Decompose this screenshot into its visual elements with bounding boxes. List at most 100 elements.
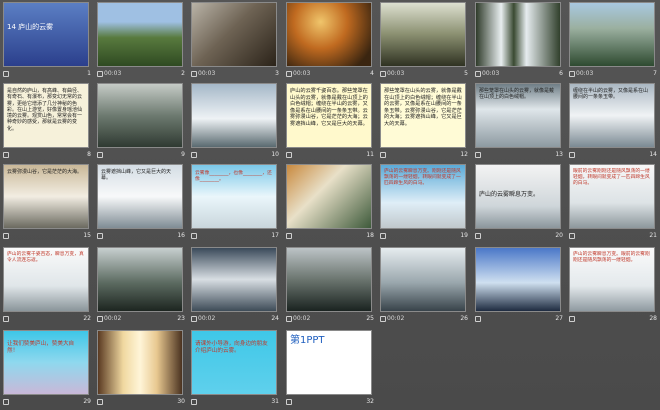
slide-thumbnail-31[interactable]: 请课外小导游，向身边的朋友介绍庐山的云雾。 [191,330,277,395]
slide-transition-meta [191,151,198,158]
transition-icon[interactable] [3,70,9,77]
slide-thumbnail-6[interactable] [475,2,561,67]
transition-icon[interactable] [569,151,575,158]
slide-thumbnail-24[interactable] [191,247,277,312]
transition-icon[interactable] [286,151,292,158]
transition-icon[interactable] [3,151,9,158]
transition-icon[interactable] [569,315,575,322]
slide-thumbnail-19[interactable]: 庐山的云雾瞬息万变。刚刚还是随风飘荡的一缕轻烟，转眼间就变成了一匹四蹄生风的白马… [380,164,466,229]
slide-timer: 00:03 [387,70,405,77]
slide-thumbnail-8[interactable]: 是自然的庐山，有高峰、有曲径、有奇石、有瀑布，那变幻无常的云雾，更给它增添了几分… [3,83,89,148]
slide-transition-meta: 00:02 [380,315,404,322]
transition-icon[interactable] [3,398,9,405]
transition-icon[interactable] [97,315,103,322]
slide-timer: 00:03 [198,70,216,77]
slide-thumbnail-4[interactable] [286,2,372,67]
slide-thumbnail-13[interactable]: 那些笼罩在山头的云雾，就像是戴在山顶上的白色绒帽。 [475,83,561,148]
slide-thumbnail-14[interactable]: 缠绕在半山的云雾，又像是系在山腰间的一条条玉带。 [569,83,655,148]
slide-timer: 00:03 [576,70,594,77]
transition-icon[interactable] [380,151,386,158]
slide-thumbnail-28[interactable]: 庐山的云雾瞬息万变。眼前的云雾刚刚还是随风飘荡的一缕轻烟。 [569,247,655,312]
slide-thumbnail-27[interactable] [475,247,561,312]
slide-number: 1 [87,70,91,77]
slide-text: 请课外小导游，向身边的朋友介绍庐山的云雾。 [195,341,268,354]
slide-number: 30 [177,398,185,405]
slide-thumbnail-26[interactable] [380,247,466,312]
slide-transition-meta [569,315,576,322]
slide-transition-meta: 00:02 [286,315,310,322]
slide-transition-meta: 00:03 [191,70,215,77]
transition-icon[interactable] [380,232,386,239]
slide-thumbnail-2[interactable] [97,2,183,67]
transition-icon[interactable] [97,232,103,239]
slide-thumbnail-11[interactable]: 庐山的云雾千姿百态。那些笼罩在山头的云雾，就像是戴在山顶上的白色绒帽；缠绕在半山… [286,83,372,148]
slide-number: 14 [649,151,657,158]
slide-thumbnail-32[interactable]: 第1PPT [286,330,372,395]
transition-icon[interactable] [286,70,292,77]
transition-icon[interactable] [97,398,103,405]
slide-number: 16 [177,232,185,239]
slide-timer: 00:02 [104,315,122,322]
slide-thumbnail-25[interactable] [286,247,372,312]
transition-icon[interactable] [191,151,197,158]
transition-icon[interactable] [191,70,197,77]
transition-icon[interactable] [97,70,103,77]
transition-icon[interactable] [380,70,386,77]
slide-number: 22 [83,315,91,322]
slide-thumbnail-12[interactable]: 那些笼罩在山头的云雾，就像是戴在山顶上的白色绒帽；缠绕在半山的云雾，又像是系在山… [380,83,466,148]
transition-icon[interactable] [475,70,481,77]
slide-thumbnail-18[interactable] [286,164,372,229]
slide-transition-meta [475,151,482,158]
transition-icon[interactable] [475,151,481,158]
slide-text: 眼前的云雾刚刚还是随风飘荡的一缕轻烟，转眼间就变成了一匹四蹄生风的白马。 [573,169,650,186]
slide-thumbnail-20[interactable]: 庐山的云雾瞬息万变。 [475,164,561,229]
slide-text: 那些笼罩在山头的云雾，就像是戴在山顶上的白色绒帽。 [479,88,555,101]
slide-sorter-view: 14 庐山的云雾 1 00:03 2 00:03 3 00:03 4 00:03 5 00:03 6 0… [0,0,660,410]
slide-transition-meta [97,151,104,158]
slide-thumbnail-1[interactable]: 14 庐山的云雾 [3,2,89,67]
slide-thumbnail-29[interactable]: 让我们赞美庐山，赞美大自然！ [3,330,89,395]
slide-transition-meta [569,151,576,158]
slide-text: 云雾遮挡山峰，它又是巨大的天幕。 [101,169,172,182]
transition-icon[interactable] [475,315,481,322]
transition-icon[interactable] [569,70,575,77]
transition-icon[interactable] [380,315,386,322]
transition-icon[interactable] [475,232,481,239]
transition-icon[interactable] [191,398,197,405]
slide-thumbnail-5[interactable] [380,2,466,67]
slide-thumbnail-7[interactable] [569,2,655,67]
slide-timer: 00:03 [293,70,311,77]
slide-thumbnail-10[interactable] [191,83,277,148]
slide-thumbnail-3[interactable] [191,2,277,67]
slide-thumbnail-21[interactable]: 眼前的云雾刚刚还是随风飘荡的一缕轻烟，转眼间就变成了一匹四蹄生风的白马。 [569,164,655,229]
slide-text: 庐山的云雾瞬息万变。刚刚还是随风飘荡的一缕轻烟，转眼间就变成了一匹四蹄生风的白马… [384,169,461,186]
slide-timer: 00:02 [198,315,216,322]
transition-icon[interactable] [3,232,9,239]
slide-number: 15 [83,232,91,239]
slide-number: 26 [460,315,468,322]
slide-thumbnail-15[interactable]: 云雾弥漫山谷，它是茫茫的大海。 [3,164,89,229]
slide-transition-meta [3,151,10,158]
slide-number: 24 [271,315,279,322]
slide-transition-meta [475,232,482,239]
slide-thumbnail-23[interactable] [97,247,183,312]
slide-thumbnail-16[interactable]: 云雾遮挡山峰，它又是巨大的天幕。 [97,164,183,229]
slide-number: 4 [370,70,374,77]
transition-icon[interactable] [286,315,292,322]
transition-icon[interactable] [569,232,575,239]
slide-thumbnail-30[interactable] [97,330,183,395]
slide-number: 20 [555,232,563,239]
transition-icon[interactable] [286,398,292,405]
slide-thumbnail-22[interactable]: 庐山的云雾千姿百态，瞬息万变，真令人流连忘返。 [3,247,89,312]
transition-icon[interactable] [286,232,292,239]
slide-transition-meta [191,398,198,405]
transition-icon[interactable] [191,315,197,322]
transition-icon[interactable] [191,232,197,239]
slide-text: 云雾弥漫山谷，它是茫茫的大海。 [7,169,83,175]
transition-icon[interactable] [97,151,103,158]
slide-thumbnail-17[interactable]: 云雾像________，也像________，还像________。 [191,164,277,229]
slide-text: 14 庐山的云雾 [7,23,54,31]
slide-number: 17 [271,232,279,239]
slide-thumbnail-9[interactable] [97,83,183,148]
transition-icon[interactable] [3,315,9,322]
